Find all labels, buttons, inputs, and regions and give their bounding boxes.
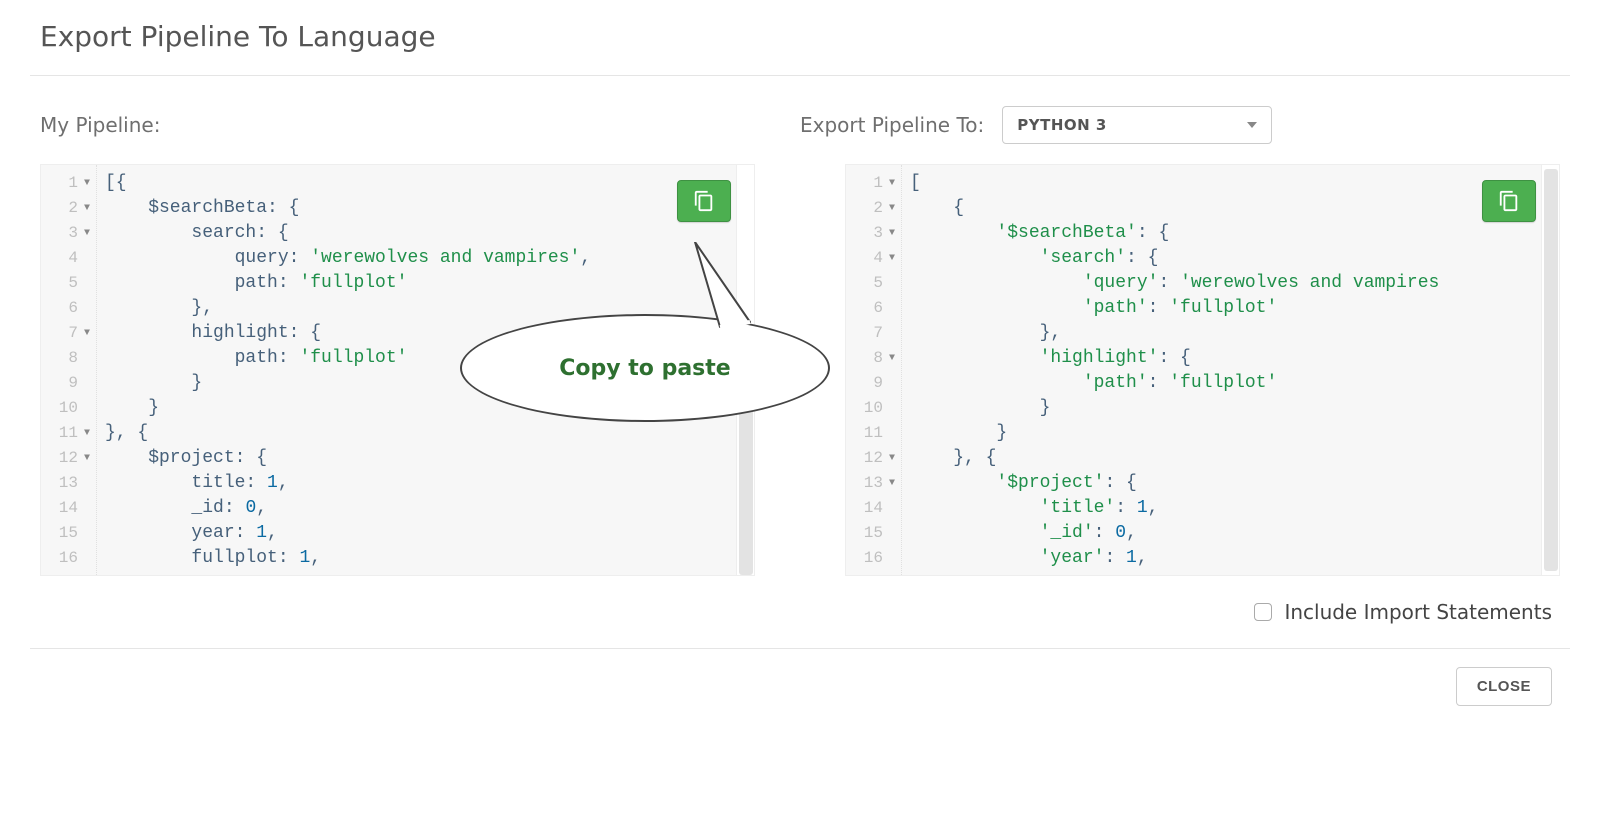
line-number: 1▼: [852, 171, 897, 196]
language-select[interactable]: PYTHON 3: [1002, 106, 1272, 144]
code-line: '_id': 0,: [910, 521, 1439, 546]
line-number: 13▼: [852, 471, 897, 496]
line-number: 16: [852, 546, 897, 571]
line-number: 7▼: [47, 321, 92, 346]
line-number: 8: [47, 346, 92, 371]
code-line: }: [910, 396, 1439, 421]
line-number: 14: [47, 496, 92, 521]
line-number: 13: [47, 471, 92, 496]
fold-icon[interactable]: ▼: [82, 321, 92, 346]
source-gutter: 1▼2▼3▼4567▼891011▼12▼13141516: [41, 165, 97, 575]
close-button[interactable]: CLOSE: [1456, 667, 1552, 706]
fold-icon[interactable]: ▼: [82, 196, 92, 221]
code-line: fullplot: 1,: [105, 546, 591, 571]
fold-icon[interactable]: ▼: [887, 346, 897, 371]
code-line: '$project': {: [910, 471, 1439, 496]
line-number: 6: [852, 296, 897, 321]
fold-icon[interactable]: ▼: [82, 446, 92, 471]
line-number: 5: [47, 271, 92, 296]
code-line: }, {: [910, 446, 1439, 471]
line-number: 12▼: [47, 446, 92, 471]
code-line: 'year': 1,: [910, 546, 1439, 571]
exported-code-pane: 1▼2▼3▼4▼5678▼9101112▼13▼141516 [ { '$sea…: [845, 164, 1560, 576]
copy-icon: [693, 190, 715, 212]
chevron-down-icon: [1247, 122, 1257, 128]
scroll-thumb[interactable]: [1544, 169, 1558, 571]
code-line: [: [910, 171, 1439, 196]
code-line: query: 'werewolves and vampires',: [105, 246, 591, 271]
annotation-callout: Copy to paste: [460, 314, 830, 422]
code-line: 'path': 'fullplot': [910, 296, 1439, 321]
code-line: _id: 0,: [105, 496, 591, 521]
code-line: [{: [105, 171, 591, 196]
line-number: 9: [852, 371, 897, 396]
line-number: 3▼: [852, 221, 897, 246]
my-pipeline-label: My Pipeline:: [40, 113, 160, 137]
code-line: {: [910, 196, 1439, 221]
fold-icon[interactable]: ▼: [82, 221, 92, 246]
line-number: 8▼: [852, 346, 897, 371]
code-line: path: 'fullplot': [105, 271, 591, 296]
divider: [30, 648, 1570, 649]
line-number: 12▼: [852, 446, 897, 471]
export-to-label: Export Pipeline To:: [800, 113, 984, 137]
line-number: 15: [47, 521, 92, 546]
code-line: year: 1,: [105, 521, 591, 546]
fold-icon[interactable]: ▼: [887, 246, 897, 271]
line-number: 15: [852, 521, 897, 546]
line-number: 1▼: [47, 171, 92, 196]
fold-icon[interactable]: ▼: [82, 171, 92, 196]
include-imports-checkbox[interactable]: [1254, 603, 1272, 621]
line-number: 5: [852, 271, 897, 296]
copy-source-button[interactable]: [677, 180, 731, 222]
line-number: 6: [47, 296, 92, 321]
line-number: 11: [852, 421, 897, 446]
code-line: 'search': {: [910, 246, 1439, 271]
line-number: 16: [47, 546, 92, 571]
code-line: search: {: [105, 221, 591, 246]
line-number: 14: [852, 496, 897, 521]
line-number: 10: [852, 396, 897, 421]
code-line: '$searchBeta': {: [910, 221, 1439, 246]
code-line: }: [910, 421, 1439, 446]
code-line: 'query': 'werewolves and vampires: [910, 271, 1439, 296]
code-line: },: [910, 321, 1439, 346]
fold-icon[interactable]: ▼: [887, 471, 897, 496]
line-number: 10: [47, 396, 92, 421]
callout-tail-icon: [660, 242, 780, 332]
code-line: 'highlight': {: [910, 346, 1439, 371]
divider: [30, 75, 1570, 76]
exported-editor[interactable]: 1▼2▼3▼4▼5678▼9101112▼13▼141516 [ { '$sea…: [845, 164, 1560, 576]
code-line: 'title': 1,: [910, 496, 1439, 521]
exported-gutter: 1▼2▼3▼4▼5678▼9101112▼13▼141516: [846, 165, 902, 575]
line-number: 2▼: [47, 196, 92, 221]
line-number: 4▼: [852, 246, 897, 271]
include-imports-label: Include Import Statements: [1284, 600, 1552, 624]
code-line: }, {: [105, 421, 591, 446]
code-line: $project: {: [105, 446, 591, 471]
callout-text: Copy to paste: [559, 356, 730, 381]
fold-icon[interactable]: ▼: [887, 446, 897, 471]
language-select-value: PYTHON 3: [1017, 116, 1107, 134]
line-number: 2▼: [852, 196, 897, 221]
exported-code: [ { '$searchBeta': { 'search': { 'query'…: [902, 165, 1439, 575]
line-number: 4: [47, 246, 92, 271]
copy-exported-button[interactable]: [1482, 180, 1536, 222]
line-number: 3▼: [47, 221, 92, 246]
line-number: 11▼: [47, 421, 92, 446]
code-line: title: 1,: [105, 471, 591, 496]
copy-icon: [1498, 190, 1520, 212]
line-number: 7: [852, 321, 897, 346]
fold-icon[interactable]: ▼: [887, 221, 897, 246]
code-line: 'path': 'fullplot': [910, 371, 1439, 396]
scrollbar[interactable]: [1541, 165, 1559, 575]
fold-icon[interactable]: ▼: [887, 171, 897, 196]
line-number: 9: [47, 371, 92, 396]
code-line: $searchBeta: {: [105, 196, 591, 221]
fold-icon[interactable]: ▼: [82, 421, 92, 446]
fold-icon[interactable]: ▼: [887, 196, 897, 221]
dialog-title: Export Pipeline To Language: [40, 20, 1560, 75]
